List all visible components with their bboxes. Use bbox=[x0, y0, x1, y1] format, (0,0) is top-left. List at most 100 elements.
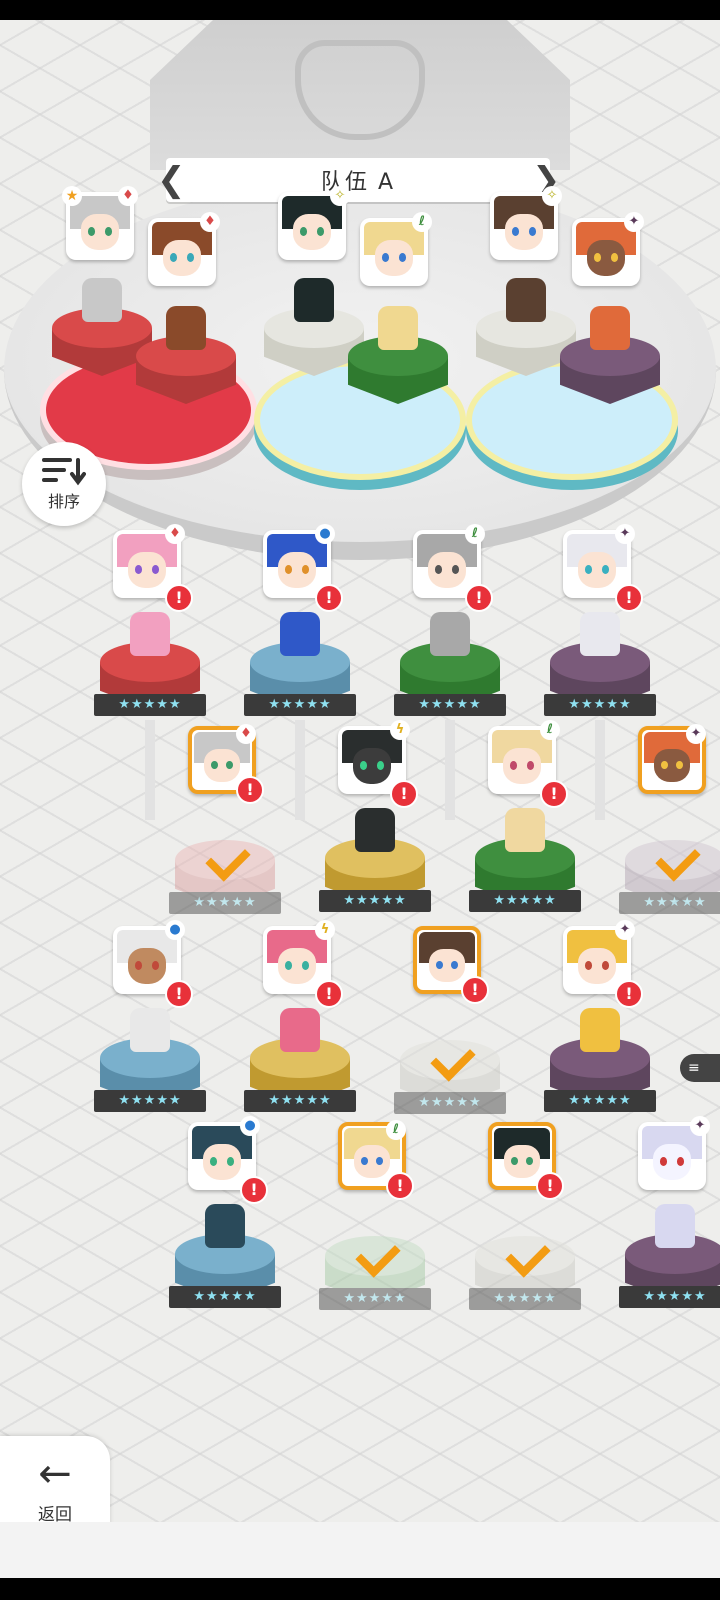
chibi-sprite bbox=[82, 278, 122, 322]
roster-pedestal[interactable]: ★★★★★ bbox=[319, 808, 431, 918]
roster-portrait[interactable]: ● ! bbox=[188, 1116, 268, 1204]
team-member-portrait-5[interactable]: ✧ bbox=[490, 186, 562, 260]
roster-pedestal[interactable]: ★★★★★ bbox=[94, 1008, 206, 1118]
chibi-sprite bbox=[130, 1008, 170, 1052]
roster-pedestal[interactable]: ★★★★★ bbox=[169, 1204, 281, 1314]
roster-portrait[interactable]: ℓ ! bbox=[488, 720, 568, 808]
alert-badge: ! bbox=[386, 1172, 414, 1200]
roster-portrait[interactable]: ● ! bbox=[263, 524, 343, 612]
star-rating: ★★★★★ bbox=[169, 1286, 281, 1308]
star-rating: ★★★★★ bbox=[169, 892, 281, 914]
chibi-sprite bbox=[166, 306, 206, 350]
team-member-portrait-3[interactable]: ✧ bbox=[278, 186, 350, 260]
character-face bbox=[576, 222, 636, 282]
chibi-sprite bbox=[590, 306, 630, 350]
team-member-portrait-2[interactable]: ♦ bbox=[148, 212, 220, 286]
character-face bbox=[342, 730, 402, 790]
alert-badge: ! bbox=[465, 584, 493, 612]
status-bar bbox=[0, 0, 720, 20]
dark-element-icon: ✦ bbox=[686, 724, 706, 744]
prev-team-arrow-icon[interactable]: ❮ bbox=[157, 162, 186, 198]
chibi-sprite bbox=[580, 612, 620, 656]
side-menu-chip[interactable]: ≡ bbox=[680, 1054, 720, 1082]
chibi-sprite bbox=[505, 808, 545, 852]
alert-badge: ! bbox=[615, 980, 643, 1008]
fire-element-icon: ♦ bbox=[200, 212, 220, 232]
alert-badge: ! bbox=[536, 1172, 564, 1200]
roster-portrait[interactable]: ✦ bbox=[638, 1116, 710, 1190]
alert-badge: ! bbox=[615, 584, 643, 612]
light-element-icon: ✧ bbox=[542, 186, 562, 206]
chibi-sprite bbox=[580, 1008, 620, 1052]
water-element-icon: ● bbox=[240, 1116, 260, 1136]
star-rating: ★★★★★ bbox=[469, 1288, 581, 1310]
team-pedestal-4[interactable] bbox=[348, 306, 448, 416]
roster-pedestal[interactable]: ★★★★★ bbox=[244, 1008, 356, 1118]
team-member-portrait-1[interactable]: ★ ♦ bbox=[62, 186, 138, 260]
roster-portrait-selected[interactable]: ℓ ! bbox=[338, 1120, 414, 1200]
water-element-icon: ● bbox=[315, 524, 335, 544]
roster-portrait[interactable]: ♦ ! bbox=[113, 524, 193, 612]
team-member-portrait-4[interactable]: ℓ bbox=[360, 212, 432, 286]
fire-element-icon: ♦ bbox=[118, 186, 138, 206]
back-button[interactable]: ← 返回 bbox=[0, 1436, 110, 1522]
character-face bbox=[492, 730, 552, 790]
roster-pole bbox=[295, 720, 305, 820]
light-element-icon: ✧ bbox=[330, 186, 350, 206]
alert-badge: ! bbox=[315, 584, 343, 612]
roster-portrait-selected[interactable]: ! bbox=[488, 1122, 564, 1200]
roster-portrait-selected[interactable]: ✦ bbox=[638, 724, 706, 794]
roster-portrait-selected[interactable]: ♦ ! bbox=[188, 724, 264, 804]
star-rating: ★★★★★ bbox=[544, 1090, 656, 1112]
roster-portrait[interactable]: ϟ ! bbox=[338, 720, 418, 808]
roster-pedestal[interactable]: ★★★★★ bbox=[469, 808, 581, 918]
chibi-sprite bbox=[130, 612, 170, 656]
roster-portrait[interactable]: ● ! bbox=[113, 920, 193, 1008]
grass-element-icon: ℓ bbox=[412, 212, 432, 232]
dark-element-icon: ✦ bbox=[690, 1116, 710, 1136]
character-face bbox=[70, 196, 130, 256]
alert-badge: ! bbox=[461, 976, 489, 1004]
roster-pedestal[interactable]: ★★★★★ bbox=[544, 612, 656, 722]
roster-pole bbox=[145, 720, 155, 820]
dark-element-icon: ✦ bbox=[615, 524, 635, 544]
chibi-sprite bbox=[280, 1008, 320, 1052]
character-face bbox=[117, 930, 177, 990]
star-rating: ★★★★★ bbox=[619, 892, 720, 914]
roster-portrait[interactable]: ✦ ! bbox=[563, 524, 643, 612]
water-element-icon: ● bbox=[165, 920, 185, 940]
roster-portrait[interactable]: ϟ ! bbox=[263, 920, 343, 1008]
star-rating: ★★★★★ bbox=[394, 1092, 506, 1114]
alert-badge: ! bbox=[236, 776, 264, 804]
roster-pedestal[interactable]: ★★★★★ bbox=[94, 612, 206, 722]
character-face bbox=[494, 196, 554, 256]
team-pedestal-6[interactable] bbox=[560, 306, 660, 416]
roster-portrait[interactable]: ✦ ! bbox=[563, 920, 643, 1008]
roster-portrait-selected[interactable]: ! bbox=[413, 926, 489, 1004]
roster-portrait[interactable]: ℓ ! bbox=[413, 524, 493, 612]
grass-element-icon: ℓ bbox=[540, 720, 560, 740]
chibi-sprite bbox=[655, 1204, 695, 1248]
leader-star-icon: ★ bbox=[62, 186, 82, 206]
roster-pedestal[interactable]: ★★★★★ bbox=[244, 612, 356, 722]
roster-pedestal[interactable]: ★★★★★ bbox=[619, 1204, 720, 1314]
character-face bbox=[417, 534, 477, 594]
character-face bbox=[567, 534, 627, 594]
team-pedestal-2[interactable] bbox=[136, 306, 236, 416]
roster-pedestal[interactable]: ★★★★★ bbox=[544, 1008, 656, 1118]
chibi-sprite bbox=[205, 1204, 245, 1248]
star-rating: ★★★★★ bbox=[244, 694, 356, 716]
lightning-element-icon: ϟ bbox=[315, 920, 335, 940]
character-face bbox=[267, 534, 327, 594]
character-face bbox=[117, 534, 177, 594]
character-face bbox=[192, 1126, 252, 1186]
star-rating: ★★★★★ bbox=[544, 694, 656, 716]
sort-button[interactable]: 排序 bbox=[22, 442, 106, 526]
character-face bbox=[642, 1126, 702, 1186]
roster-pedestal[interactable]: ★★★★★ bbox=[394, 612, 506, 722]
fire-element-icon: ♦ bbox=[165, 524, 185, 544]
star-rating: ★★★★★ bbox=[94, 694, 206, 716]
team-member-portrait-6[interactable]: ✦ bbox=[572, 212, 644, 286]
sort-icon bbox=[42, 458, 86, 486]
star-rating: ★★★★★ bbox=[94, 1090, 206, 1112]
